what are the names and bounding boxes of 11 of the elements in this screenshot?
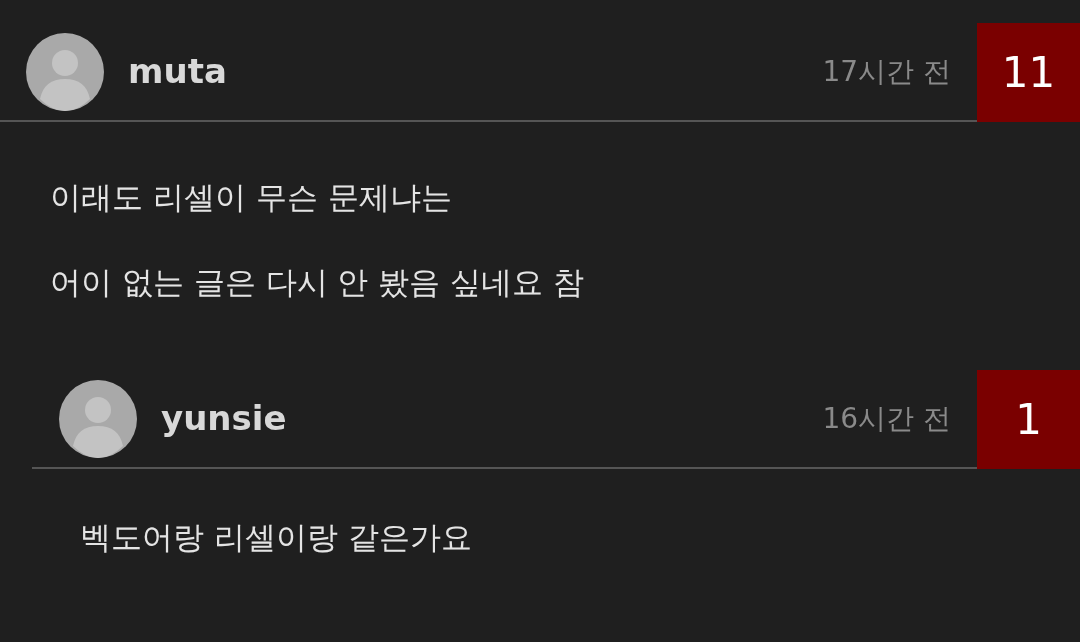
vote-count: 11 [977,23,1080,122]
comment-text: 벡도어랑 리셀이랑 같은가요 [80,518,473,557]
timestamp: 16시간 전 [822,400,951,437]
avatar-icon [26,32,104,111]
comment-text: 이래도 리셀이 무슨 문제냐는 [50,178,453,217]
username: yunsie [161,397,287,440]
username: muta [128,50,227,93]
vote-count: 1 [977,370,1080,469]
avatar-icon [59,379,137,458]
timestamp: 17시간 전 [822,53,951,90]
comment-text: 어이 없는 글은 다시 안 봤음 싶네요 참 [50,263,585,302]
